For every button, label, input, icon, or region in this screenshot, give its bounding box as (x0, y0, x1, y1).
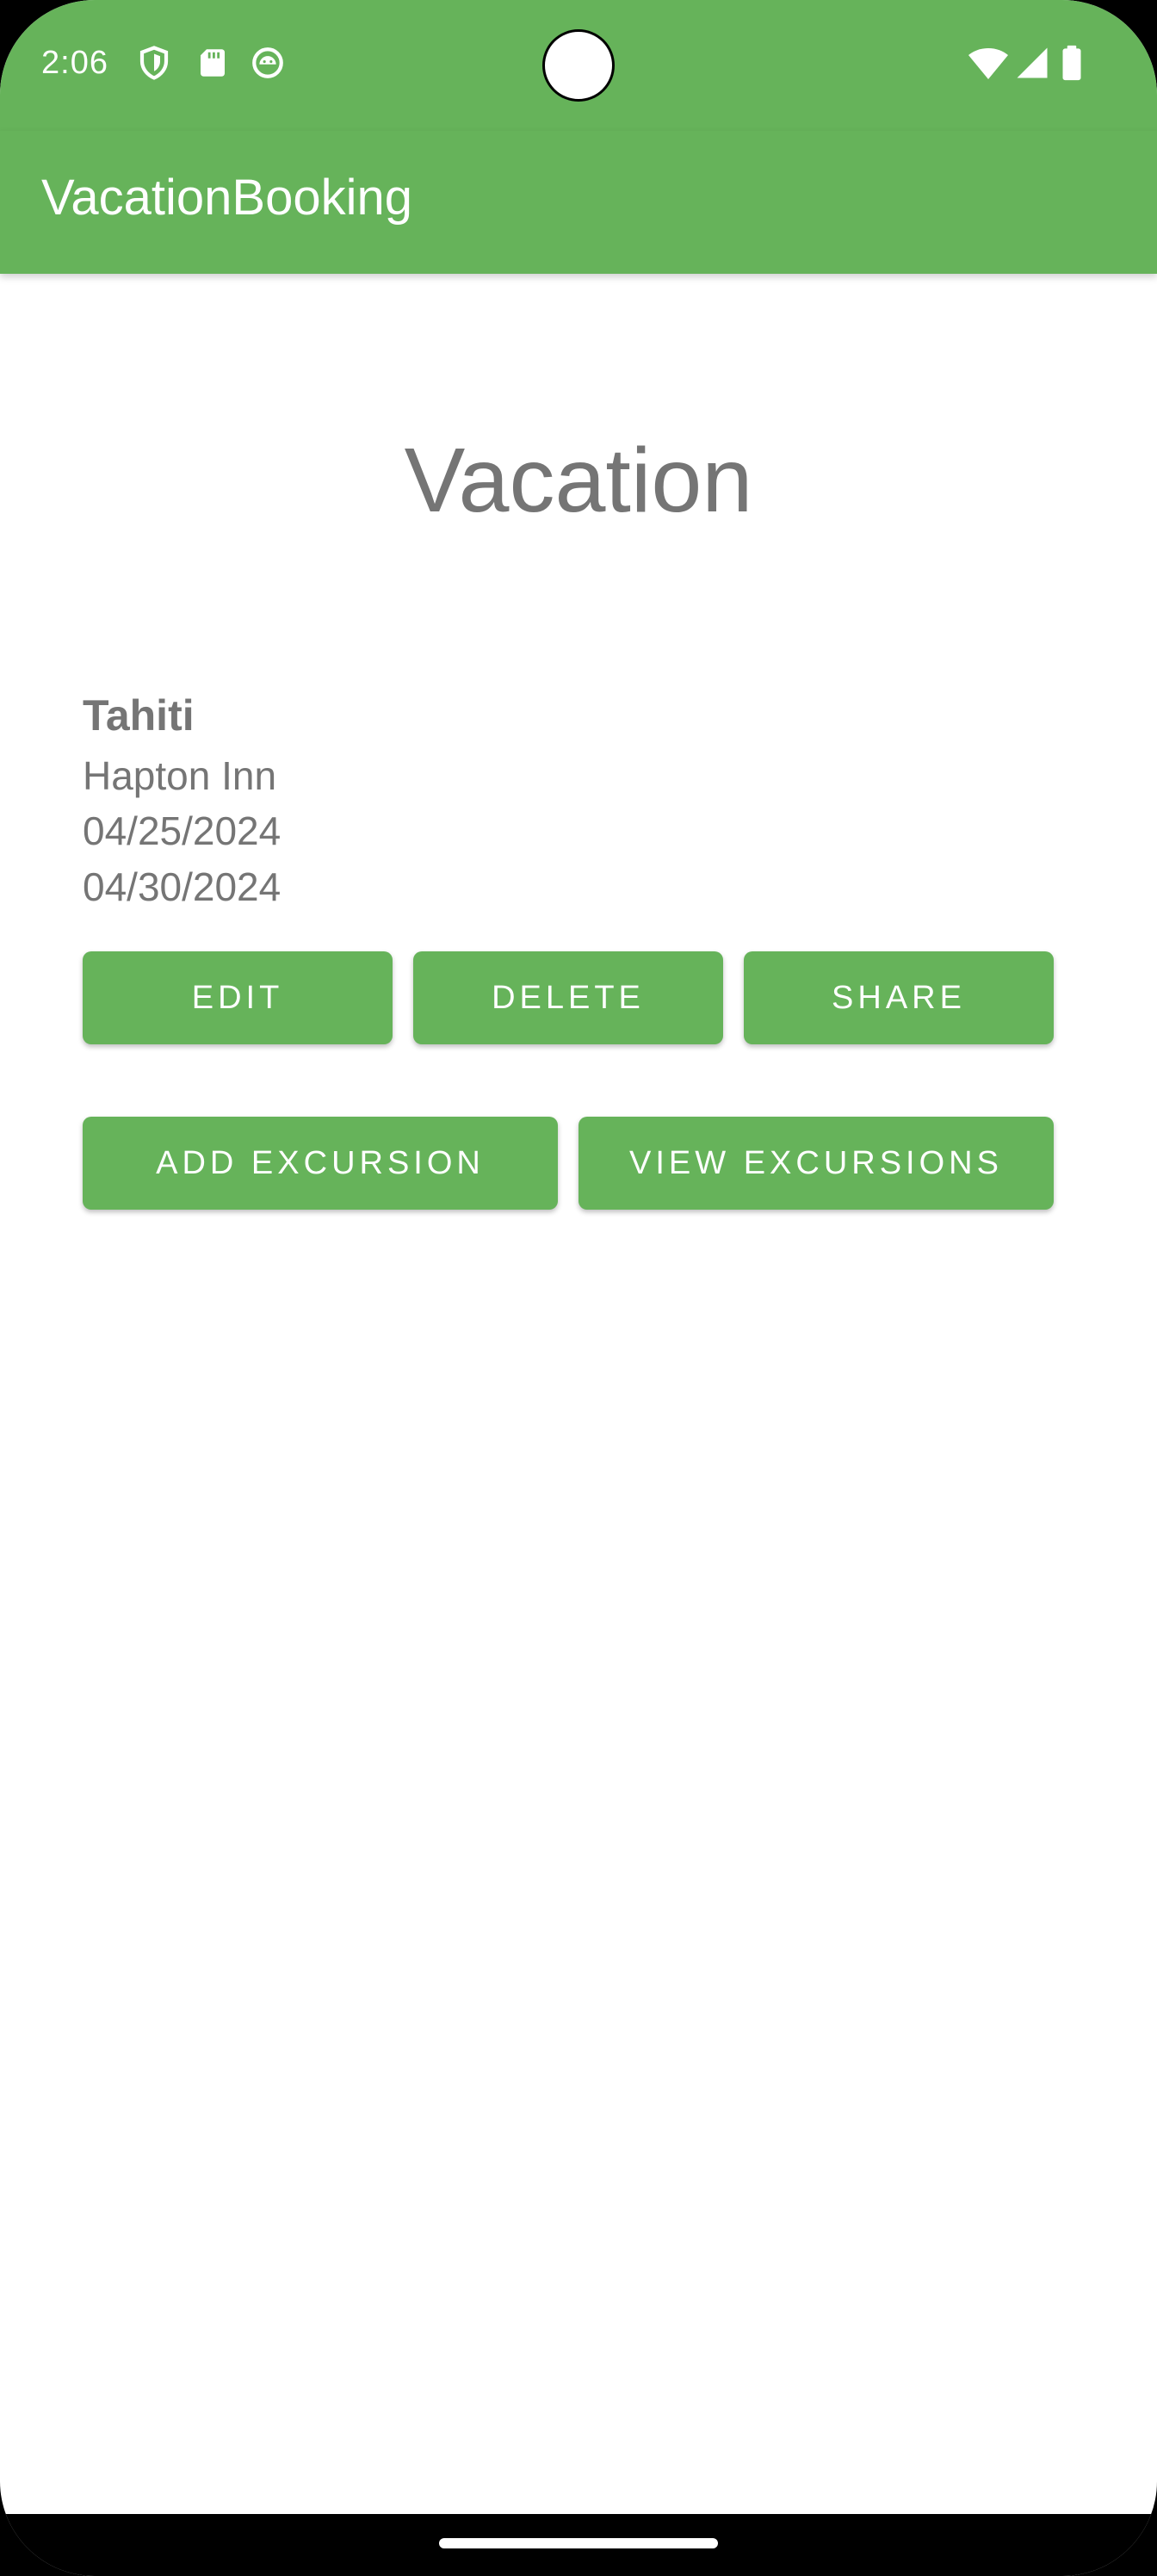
vacation-start-date: 04/25/2024 (83, 808, 282, 853)
share-button[interactable]: SHARE (744, 951, 1054, 1044)
status-time: 2:06 (41, 45, 108, 81)
sd-card-icon (195, 45, 231, 81)
home-gesture-handle[interactable] (439, 2538, 718, 2548)
edit-button[interactable]: EDIT (83, 951, 393, 1044)
vacation-end-date: 04/30/2024 (83, 864, 282, 909)
app-title: VacationBooking (41, 170, 413, 226)
status-bar: 2:06 (0, 0, 1157, 131)
page-title: Vacation (404, 430, 753, 531)
delete-button[interactable]: DELETE (413, 951, 723, 1044)
wifi-icon (968, 45, 1009, 81)
android-face-icon (250, 45, 286, 81)
vacation-name: Tahiti (83, 691, 195, 740)
vacation-hotel: Hapton Inn (83, 753, 277, 798)
phone-screen: 2:06 VacationBooking Vacation Tahiti Hap… (0, 0, 1157, 2576)
view-excursions-button[interactable]: VIEW EXCURSIONS (578, 1117, 1054, 1210)
battery-icon (1059, 45, 1085, 81)
front-camera (542, 29, 615, 102)
signal-icon (1014, 45, 1050, 81)
app-bar: VacationBooking (0, 131, 1157, 274)
shield-icon (136, 45, 172, 81)
add-excursion-button[interactable]: ADD EXCURSION (83, 1117, 558, 1210)
